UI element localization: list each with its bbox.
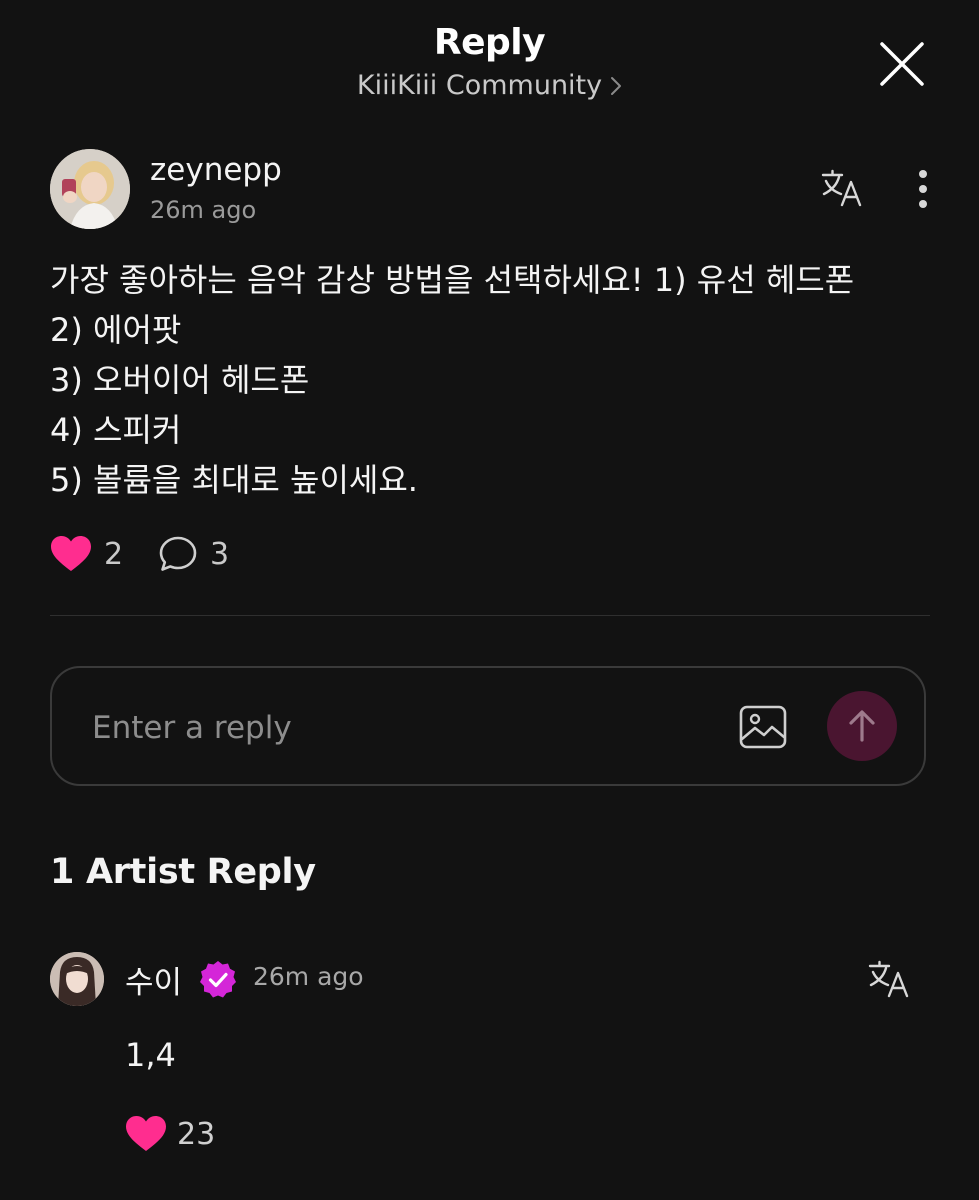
post-timestamp: 26m ago [150,196,257,224]
comment-button[interactable]: 3 [158,532,229,576]
page-title: Reply [433,22,546,63]
comment-icon [159,536,197,571]
artist-avatar[interactable] [50,952,104,1006]
reply-input[interactable] [92,700,692,756]
translate-icon [821,169,862,207]
heart-icon [51,536,91,571]
artist-name[interactable]: 수이 [125,957,182,1002]
divider [50,615,930,616]
translate-button[interactable] [818,165,868,211]
send-button[interactable] [827,691,897,761]
like-count: 2 [104,536,124,572]
like-button[interactable]: 2 [50,532,123,576]
more-vertical-icon [919,170,927,208]
avatar[interactable] [50,149,130,229]
artist-reply-like-button[interactable]: 23 [125,1112,215,1156]
attach-image-button[interactable] [736,700,790,754]
community-link[interactable]: KiiiKiii Community [0,70,979,101]
post-body: 가장 좋아하는 음악 감상 방법을 선택하세요! 1) 유선 헤드폰 2) 에어… [50,261,855,499]
close-button[interactable] [872,34,932,94]
more-options-button[interactable] [905,166,941,212]
comment-count: 3 [210,536,230,572]
artist-reply-timestamp: 26m ago [253,962,364,991]
image-icon [739,705,787,749]
community-name: KiiiKiii Community [356,70,603,101]
translate-icon [868,960,909,998]
close-icon [880,42,924,86]
arrow-up-icon [849,710,875,742]
translate-reply-button[interactable] [864,956,916,1002]
chevron-right-icon [610,75,622,97]
artist-replies-title: 1 Artist Reply [50,852,316,892]
artist-reply-body: 1,4 [125,1036,176,1074]
heart-icon [126,1116,166,1151]
verified-badge-icon [197,959,239,1001]
artist-reply-like-count: 23 [177,1116,216,1152]
post-username[interactable]: zeynepp [150,152,282,188]
